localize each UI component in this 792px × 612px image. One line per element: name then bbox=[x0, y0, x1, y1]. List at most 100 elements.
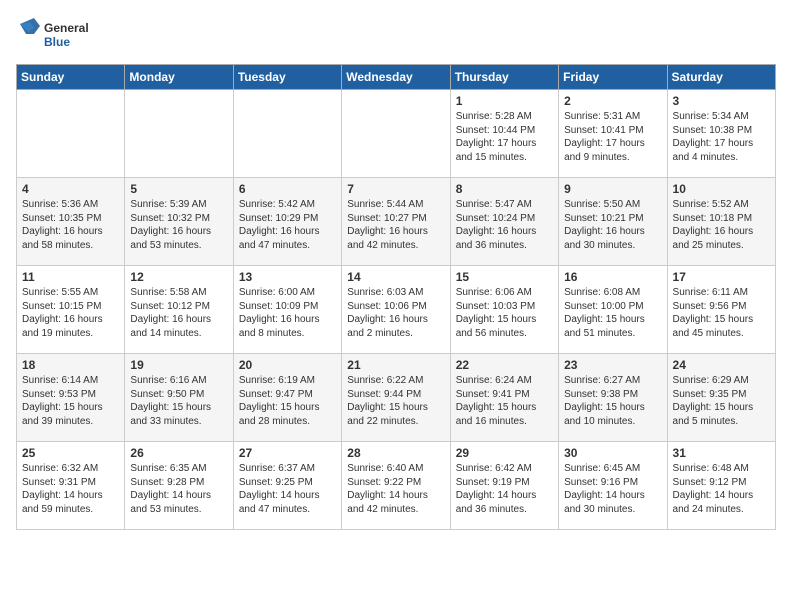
calendar-table: SundayMondayTuesdayWednesdayThursdayFrid… bbox=[16, 64, 776, 530]
day-number: 1 bbox=[456, 94, 553, 108]
calendar-cell: 7 Sunrise: 5:44 AMSunset: 10:27 PMDayligh… bbox=[342, 178, 450, 266]
day-number: 19 bbox=[130, 358, 227, 372]
day-info: Sunrise: 6:40 AMSunset: 9:22 PMDaylight:… bbox=[347, 462, 444, 516]
day-number: 3 bbox=[673, 94, 770, 108]
calendar-cell: 15 Sunrise: 6:06 AMSunset: 10:03 PMDaylig… bbox=[450, 266, 558, 354]
day-number: 16 bbox=[564, 270, 661, 284]
page-header: General Blue bbox=[16, 16, 776, 52]
day-info: Sunrise: 5:39 AMSunset: 10:32 PMDaylight… bbox=[130, 198, 227, 252]
calendar-cell: 9Sunrise: 5:50 AMSunset: 10:21 PMDayligh… bbox=[559, 178, 667, 266]
day-info: Sunrise: 6:29 AMSunset: 9:35 PMDaylight:… bbox=[673, 374, 770, 428]
calendar-cell: 4 Sunrise: 5:36 AMSunset: 10:35 PMDayligh… bbox=[17, 178, 125, 266]
day-number: 22 bbox=[456, 358, 553, 372]
weekday-header: Thursday bbox=[450, 65, 558, 90]
day-number: 21 bbox=[347, 358, 444, 372]
day-number: 6 bbox=[239, 182, 336, 196]
calendar-cell: 3Sunrise: 5:34 AMSunset: 10:38 PMDayligh… bbox=[667, 90, 775, 178]
calendar-cell: 27 Sunrise: 6:37 AMSunset: 9:25 PMDayligh… bbox=[233, 442, 341, 530]
weekday-header: Tuesday bbox=[233, 65, 341, 90]
calendar-cell bbox=[233, 90, 341, 178]
svg-text:General: General bbox=[44, 21, 89, 35]
day-info: Sunrise: 6:48 AMSunset: 9:12 PMDaylight:… bbox=[673, 462, 770, 516]
day-info: Sunrise: 5:28 AMSunset: 10:44 PMDaylight… bbox=[456, 110, 553, 164]
weekday-header: Saturday bbox=[667, 65, 775, 90]
calendar-cell bbox=[125, 90, 233, 178]
day-number: 4 bbox=[22, 182, 119, 196]
day-info: Sunrise: 6:06 AMSunset: 10:03 PMDaylight… bbox=[456, 286, 553, 340]
calendar-cell: 10Sunrise: 5:52 AMSunset: 10:18 PMDaylig… bbox=[667, 178, 775, 266]
weekday-header: Sunday bbox=[17, 65, 125, 90]
day-info: Sunrise: 6:37 AMSunset: 9:25 PMDaylight:… bbox=[239, 462, 336, 516]
weekday-header: Wednesday bbox=[342, 65, 450, 90]
day-info: Sunrise: 6:22 AMSunset: 9:44 PMDaylight:… bbox=[347, 374, 444, 428]
day-number: 20 bbox=[239, 358, 336, 372]
calendar-week-row: 18 Sunrise: 6:14 AMSunset: 9:53 PMDayligh… bbox=[17, 354, 776, 442]
day-number: 15 bbox=[456, 270, 553, 284]
calendar-cell: 1 Sunrise: 5:28 AMSunset: 10:44 PMDayligh… bbox=[450, 90, 558, 178]
day-number: 5 bbox=[130, 182, 227, 196]
calendar-cell: 14 Sunrise: 6:03 AMSunset: 10:06 PMDaylig… bbox=[342, 266, 450, 354]
logo-svg: General Blue bbox=[16, 16, 106, 52]
calendar-week-row: 25 Sunrise: 6:32 AMSunset: 9:31 PMDayligh… bbox=[17, 442, 776, 530]
day-info: Sunrise: 6:00 AMSunset: 10:09 PMDaylight… bbox=[239, 286, 336, 340]
calendar-cell: 31 Sunrise: 6:48 AMSunset: 9:12 PMDayligh… bbox=[667, 442, 775, 530]
day-number: 30 bbox=[564, 446, 661, 460]
day-number: 18 bbox=[22, 358, 119, 372]
day-number: 17 bbox=[673, 270, 770, 284]
day-info: Sunrise: 6:03 AMSunset: 10:06 PMDaylight… bbox=[347, 286, 444, 340]
calendar-cell: 8 Sunrise: 5:47 AMSunset: 10:24 PMDayligh… bbox=[450, 178, 558, 266]
day-number: 14 bbox=[347, 270, 444, 284]
calendar-week-row: 11Sunrise: 5:55 AMSunset: 10:15 PMDaylig… bbox=[17, 266, 776, 354]
calendar-cell: 2 Sunrise: 5:31 AMSunset: 10:41 PMDayligh… bbox=[559, 90, 667, 178]
day-number: 31 bbox=[673, 446, 770, 460]
calendar-week-row: 1 Sunrise: 5:28 AMSunset: 10:44 PMDayligh… bbox=[17, 90, 776, 178]
day-number: 23 bbox=[564, 358, 661, 372]
day-number: 29 bbox=[456, 446, 553, 460]
calendar-cell: 17Sunrise: 6:11 AMSunset: 9:56 PMDayligh… bbox=[667, 266, 775, 354]
calendar-cell: 11Sunrise: 5:55 AMSunset: 10:15 PMDaylig… bbox=[17, 266, 125, 354]
calendar-cell: 30 Sunrise: 6:45 AMSunset: 9:16 PMDayligh… bbox=[559, 442, 667, 530]
day-info: Sunrise: 6:16 AMSunset: 9:50 PMDaylight:… bbox=[130, 374, 227, 428]
day-number: 13 bbox=[239, 270, 336, 284]
day-info: Sunrise: 5:44 AMSunset: 10:27 PMDaylight… bbox=[347, 198, 444, 252]
calendar-cell: 16 Sunrise: 6:08 AMSunset: 10:00 PMDaylig… bbox=[559, 266, 667, 354]
day-info: Sunrise: 5:52 AMSunset: 10:18 PMDaylight… bbox=[673, 198, 770, 252]
calendar-cell: 21 Sunrise: 6:22 AMSunset: 9:44 PMDayligh… bbox=[342, 354, 450, 442]
calendar-cell bbox=[342, 90, 450, 178]
day-info: Sunrise: 6:19 AMSunset: 9:47 PMDaylight:… bbox=[239, 374, 336, 428]
day-info: Sunrise: 5:36 AMSunset: 10:35 PMDaylight… bbox=[22, 198, 119, 252]
day-info: Sunrise: 6:08 AMSunset: 10:00 PMDaylight… bbox=[564, 286, 661, 340]
logo: General Blue bbox=[16, 16, 106, 52]
day-info: Sunrise: 6:45 AMSunset: 9:16 PMDaylight:… bbox=[564, 462, 661, 516]
day-number: 26 bbox=[130, 446, 227, 460]
calendar-cell: 20 Sunrise: 6:19 AMSunset: 9:47 PMDayligh… bbox=[233, 354, 341, 442]
day-number: 28 bbox=[347, 446, 444, 460]
day-info: Sunrise: 6:14 AMSunset: 9:53 PMDaylight:… bbox=[22, 374, 119, 428]
day-number: 2 bbox=[564, 94, 661, 108]
calendar-cell: 29 Sunrise: 6:42 AMSunset: 9:19 PMDayligh… bbox=[450, 442, 558, 530]
day-info: Sunrise: 6:42 AMSunset: 9:19 PMDaylight:… bbox=[456, 462, 553, 516]
calendar-cell: 23 Sunrise: 6:27 AMSunset: 9:38 PMDayligh… bbox=[559, 354, 667, 442]
day-info: Sunrise: 6:27 AMSunset: 9:38 PMDaylight:… bbox=[564, 374, 661, 428]
day-number: 9 bbox=[564, 182, 661, 196]
day-info: Sunrise: 6:24 AMSunset: 9:41 PMDaylight:… bbox=[456, 374, 553, 428]
weekday-header: Friday bbox=[559, 65, 667, 90]
day-info: Sunrise: 5:55 AMSunset: 10:15 PMDaylight… bbox=[22, 286, 119, 340]
day-info: Sunrise: 5:58 AMSunset: 10:12 PMDaylight… bbox=[130, 286, 227, 340]
weekday-header-row: SundayMondayTuesdayWednesdayThursdayFrid… bbox=[17, 65, 776, 90]
day-number: 7 bbox=[347, 182, 444, 196]
day-number: 8 bbox=[456, 182, 553, 196]
day-number: 12 bbox=[130, 270, 227, 284]
day-info: Sunrise: 6:32 AMSunset: 9:31 PMDaylight:… bbox=[22, 462, 119, 516]
calendar-cell: 13 Sunrise: 6:00 AMSunset: 10:09 PMDaylig… bbox=[233, 266, 341, 354]
day-info: Sunrise: 6:35 AMSunset: 9:28 PMDaylight:… bbox=[130, 462, 227, 516]
calendar-cell: 24Sunrise: 6:29 AMSunset: 9:35 PMDayligh… bbox=[667, 354, 775, 442]
calendar-cell: 26 Sunrise: 6:35 AMSunset: 9:28 PMDayligh… bbox=[125, 442, 233, 530]
day-info: Sunrise: 5:31 AMSunset: 10:41 PMDaylight… bbox=[564, 110, 661, 164]
day-info: Sunrise: 5:47 AMSunset: 10:24 PMDaylight… bbox=[456, 198, 553, 252]
day-number: 25 bbox=[22, 446, 119, 460]
calendar-cell: 12 Sunrise: 5:58 AMSunset: 10:12 PMDaylig… bbox=[125, 266, 233, 354]
weekday-header: Monday bbox=[125, 65, 233, 90]
calendar-cell: 6Sunrise: 5:42 AMSunset: 10:29 PMDayligh… bbox=[233, 178, 341, 266]
day-number: 27 bbox=[239, 446, 336, 460]
